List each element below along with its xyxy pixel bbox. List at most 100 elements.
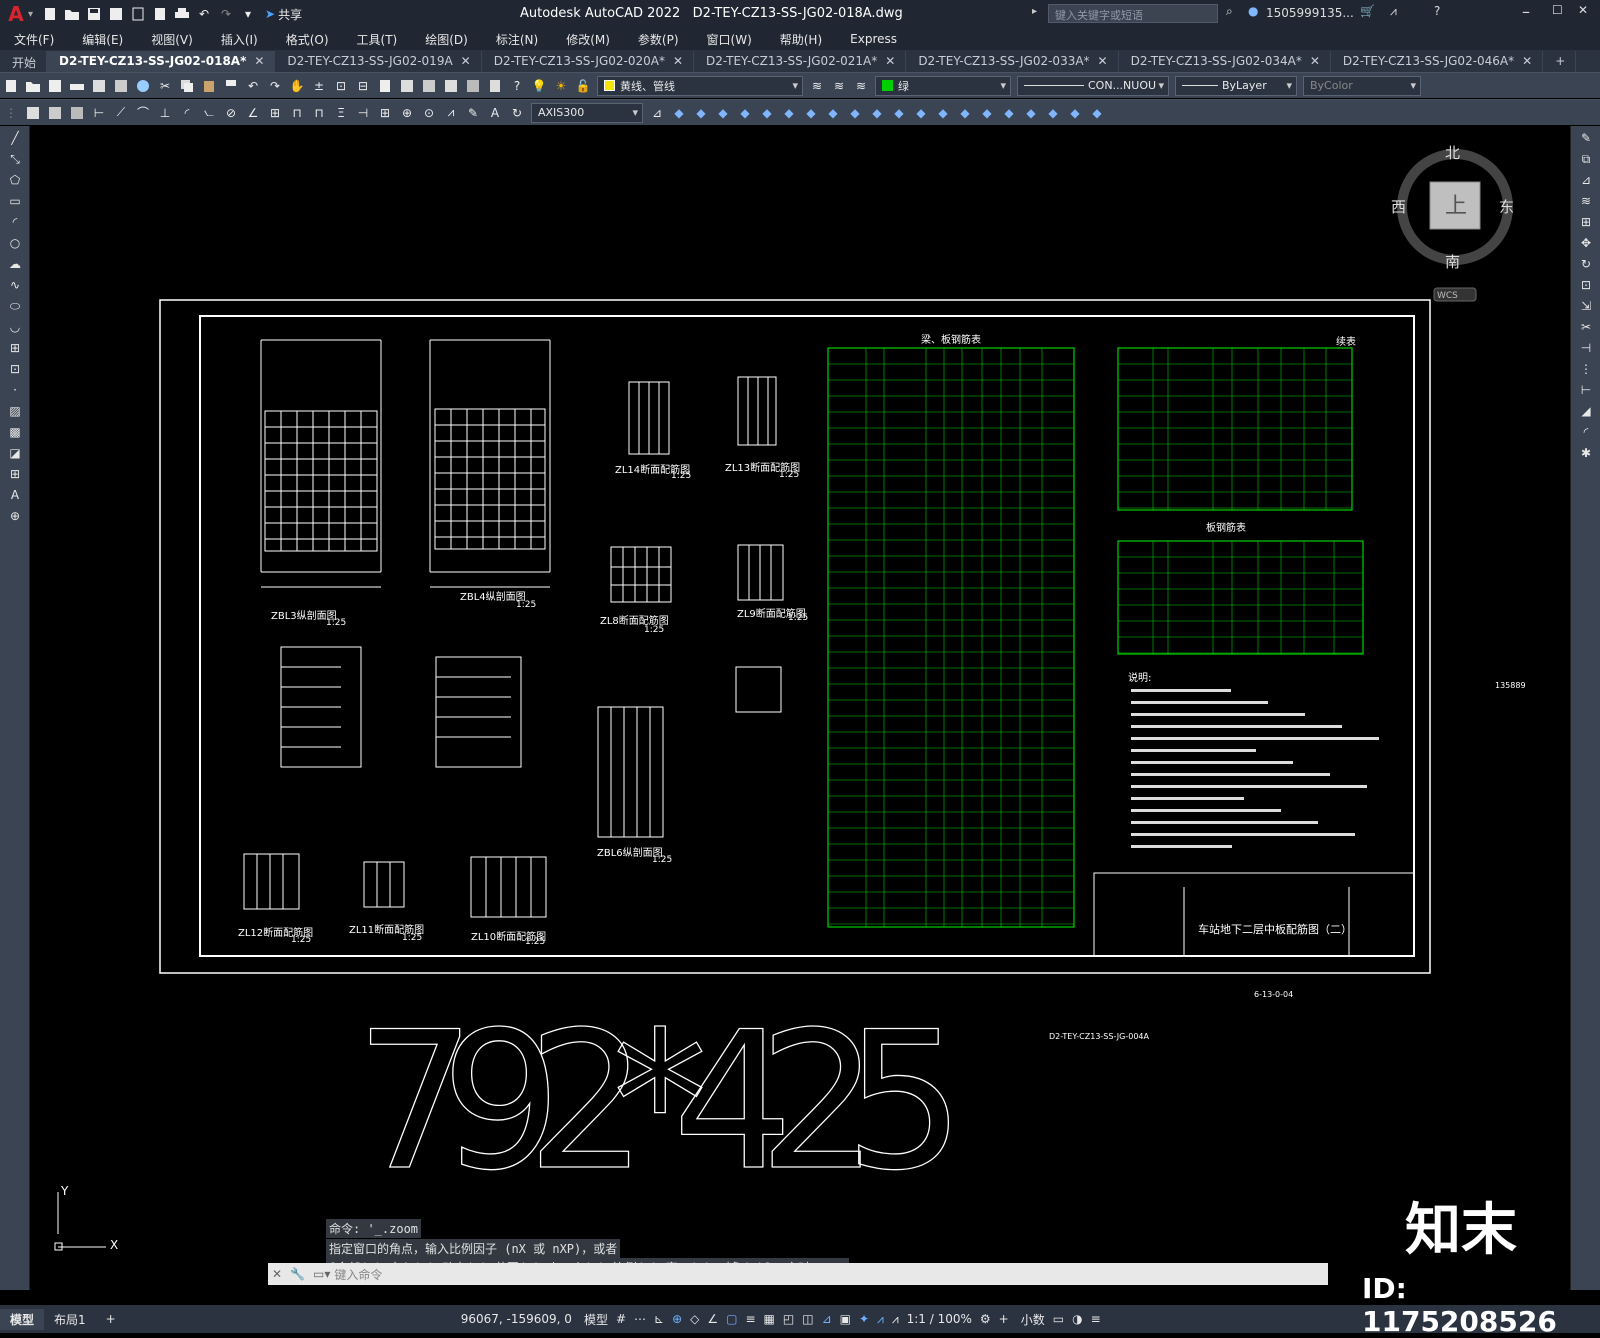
document-tab-7[interactable]: D2-TEY-CZ13-SS-JG02-046A* ✕	[1331, 51, 1544, 72]
lineweight-toggle-icon[interactable]: ≡	[745, 1312, 755, 1326]
plot-icon[interactable]	[173, 6, 191, 22]
block-editor-icon[interactable]	[46, 105, 64, 121]
erase-icon[interactable]: ✎	[1575, 129, 1597, 147]
document-tab-2[interactable]: D2-TEY-CZ13-SS-JG02-019A ✕	[275, 51, 482, 72]
user-icon[interactable]: ●	[1248, 4, 1258, 18]
tab-close-icon[interactable]: ✕	[1522, 54, 1532, 72]
linear-dim-icon[interactable]: ⊢	[90, 105, 108, 121]
dim-edit-icon[interactable]: ✎	[464, 105, 482, 121]
make-current-layer-icon[interactable]: ≋	[808, 78, 826, 94]
dim-text-edit-icon[interactable]: A	[486, 105, 504, 121]
dimstyle-dropdown[interactable]: AXIS300	[531, 102, 643, 123]
move-icon[interactable]: ✥	[1575, 234, 1597, 252]
quick-dim-icon[interactable]: ⊞	[266, 105, 284, 121]
point-icon[interactable]: ·	[4, 381, 26, 399]
ucs-icon[interactable]: ◆	[670, 105, 688, 121]
copy-icon[interactable]	[178, 78, 196, 94]
undo-icon[interactable]: ↶	[195, 6, 213, 22]
minimize-icon[interactable]: –	[1522, 2, 1530, 21]
tool-palettes-icon[interactable]	[420, 78, 438, 94]
line-icon[interactable]: ╱	[4, 129, 26, 147]
otrack-icon[interactable]: ∠	[707, 1312, 718, 1326]
polyline-icon[interactable]: ⤡	[4, 150, 26, 168]
dim-space-icon[interactable]: Ξ	[332, 105, 350, 121]
ucs-apply-icon[interactable]: ◆	[934, 105, 952, 121]
paste-icon[interactable]	[200, 78, 218, 94]
search-expand-icon[interactable]: ▸	[1032, 6, 1037, 17]
document-tab-3[interactable]: D2-TEY-CZ13-SS-JG02-020A* ✕	[482, 51, 695, 72]
mirror-icon[interactable]: ⊿	[1575, 171, 1597, 189]
snap-icon[interactable]: ⋯	[634, 1312, 646, 1326]
customize-qat-icon[interactable]: ▾	[239, 6, 257, 22]
dimstyle-icon[interactable]: ⊿	[648, 105, 666, 121]
quick-properties-icon[interactable]: ▭	[1053, 1312, 1064, 1326]
selection-filter-icon[interactable]: ▣	[840, 1312, 851, 1326]
menu-item-4[interactable]: 格式(O)	[272, 31, 343, 48]
publish-icon[interactable]	[112, 78, 130, 94]
maximize-icon[interactable]: ☐	[1552, 3, 1563, 17]
open-file-icon[interactable]	[63, 6, 81, 22]
layer-state-icon[interactable]: 💡	[530, 78, 548, 94]
osnap-icon[interactable]: ▢	[726, 1312, 737, 1326]
ucs-view-icon[interactable]: ◆	[780, 105, 798, 121]
tab-close-icon[interactable]: ✕	[461, 54, 471, 72]
diameter-dim-icon[interactable]: ⊘	[222, 105, 240, 121]
spline-icon[interactable]: ∿	[4, 276, 26, 294]
baseline-dim-icon[interactable]: ⊓	[288, 105, 306, 121]
ucs-face-icon[interactable]: ◆	[736, 105, 754, 121]
autoscale-icon[interactable]: ⩘	[892, 1312, 899, 1327]
rectangle-icon[interactable]: ▭	[4, 192, 26, 210]
array-icon[interactable]: ⊞	[1575, 213, 1597, 231]
extend-icon[interactable]: ⊣	[1575, 339, 1597, 357]
dim-update-icon[interactable]: ↻	[508, 105, 526, 121]
a360-icon[interactable]: ⩘	[1390, 4, 1397, 19]
tab-close-icon[interactable]: ✕	[885, 54, 895, 72]
layer-previous-icon[interactable]: ≋	[830, 78, 848, 94]
named-views-icon[interactable]: ◆	[1000, 105, 1018, 121]
break-icon[interactable]: ⋮	[1575, 360, 1597, 378]
dynamic-ucs-icon[interactable]: ⊿	[822, 1312, 832, 1326]
layer-freeze-icon[interactable]: ☀	[552, 78, 570, 94]
save-icon[interactable]	[46, 78, 64, 94]
document-tab-0[interactable]: 开始	[0, 51, 48, 72]
ucs-y-icon[interactable]: ◆	[890, 105, 908, 121]
model-tab[interactable]: 模型	[0, 1308, 45, 1330]
add-selected-icon[interactable]: ⊕	[4, 507, 26, 525]
add-layout-icon[interactable]: +	[96, 1310, 126, 1328]
offset-icon[interactable]: ≋	[1575, 192, 1597, 210]
lineweight-dropdown[interactable]: ByLayer	[1175, 75, 1297, 96]
match-properties-icon[interactable]	[222, 78, 240, 94]
redo-icon[interactable]: ↷	[266, 78, 284, 94]
polar-icon[interactable]: ⊕	[672, 1312, 682, 1326]
layer-dropdown[interactable]: 黄线、管线	[597, 75, 803, 96]
table-icon[interactable]: ⊞	[4, 465, 26, 483]
coordinates[interactable]: 96067, -159609, 0	[461, 1312, 572, 1326]
linetype-dropdown[interactable]: CON...NUOU	[1017, 75, 1169, 96]
search-input[interactable]: 键入关键字或短语	[1048, 4, 1218, 23]
ucs-x-icon[interactable]: ◆	[868, 105, 886, 121]
menu-item-12[interactable]: Express	[836, 32, 911, 46]
ellipse-icon[interactable]: ⬭	[4, 297, 26, 315]
dim-break-icon[interactable]: ⊣	[354, 105, 372, 121]
tab-close-icon[interactable]: ✕	[673, 54, 683, 72]
cut-icon[interactable]: ✂	[156, 78, 174, 94]
trim-icon[interactable]: ✂	[1575, 318, 1597, 336]
tab-close-icon[interactable]: ✕	[1310, 54, 1320, 72]
stretch-icon[interactable]: ⇲	[1575, 297, 1597, 315]
region-icon[interactable]: ◪	[4, 444, 26, 462]
command-input[interactable]: 键入命令	[334, 1266, 382, 1283]
plot-preview-icon[interactable]	[90, 78, 108, 94]
jogged-dim-icon[interactable]: ⦦	[200, 105, 218, 121]
chamfer-icon[interactable]: ◢	[1575, 402, 1597, 420]
units-display[interactable]: 小数	[1021, 1311, 1045, 1328]
scale-icon[interactable]: ⊡	[1575, 276, 1597, 294]
drawing-canvas[interactable]: 792*425 ZBL3纵剖面图 1:25 ZBL4纵剖面图 1:25 ZL14断面…	[31, 127, 1569, 1289]
layer-match-icon[interactable]: ≋	[852, 78, 870, 94]
tab-close-icon[interactable]: ✕	[254, 54, 264, 72]
cmd-close-icon[interactable]: ✕	[272, 1267, 282, 1281]
new-icon[interactable]	[2, 78, 20, 94]
help-icon[interactable]: ?	[1434, 4, 1440, 18]
annotation-monitor-icon[interactable]: +	[999, 1312, 1009, 1326]
zoom-window-icon[interactable]: ⊡	[332, 78, 350, 94]
menu-item-0[interactable]: 文件(F)	[0, 31, 68, 48]
